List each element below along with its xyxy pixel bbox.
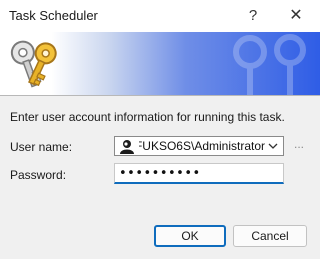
banner-divider [0,95,320,96]
help-button[interactable]: ? [238,4,268,28]
keys-icon [10,40,57,88]
instruction-text: Enter user account information for runni… [10,110,285,124]
user-name-combobox[interactable]: DESKTOP-AGFUKSO6S\Administrator [114,136,284,156]
user-icon [120,140,134,154]
title-bar: Task Scheduler ? ✕ [0,0,320,32]
header-banner [0,32,320,95]
password-field[interactable] [114,163,284,184]
ok-button[interactable]: OK [154,225,226,247]
cancel-button[interactable]: Cancel [233,225,307,247]
user-name-value: DESKTOP-AGFUKSO6S\Administrator [139,139,265,153]
browse-user-button[interactable]: ... [288,137,310,155]
password-label: Password: [10,168,67,182]
chevron-down-icon[interactable] [267,140,279,152]
user-name-label: User name: [10,140,73,154]
window-title: Task Scheduler [9,8,98,23]
keys-watermark-icon [233,34,306,95]
close-button[interactable]: ✕ [281,4,311,28]
